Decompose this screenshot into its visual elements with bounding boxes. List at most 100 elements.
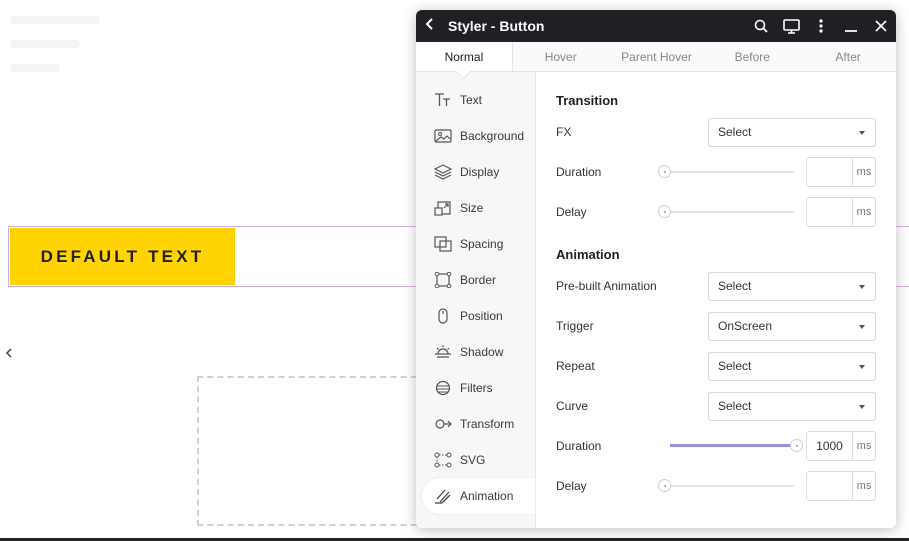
search-button[interactable] bbox=[746, 10, 776, 42]
animation-duration-slider[interactable] bbox=[670, 439, 803, 452]
prebuilt-select[interactable]: Select bbox=[708, 271, 876, 301]
slider-thumb[interactable] bbox=[658, 165, 671, 178]
more-button[interactable] bbox=[806, 10, 836, 42]
curve-select-value: Select bbox=[718, 399, 752, 413]
fx-row: FX Select bbox=[556, 112, 876, 152]
tab-after[interactable]: After bbox=[800, 42, 896, 71]
canvas-placeholder-text bbox=[10, 16, 100, 24]
prebuilt-row: Pre-built Animation Select bbox=[556, 266, 876, 306]
fx-select[interactable]: Select bbox=[708, 117, 876, 147]
styler-panel: Styler - Button Normal Hover Parent Hove… bbox=[416, 10, 896, 528]
repeat-select-value: Select bbox=[718, 359, 752, 373]
repeat-row: Repeat Select bbox=[556, 346, 876, 386]
sidebar-item-transform[interactable]: Transform bbox=[416, 406, 535, 442]
sidebar-item-label: SVG bbox=[460, 453, 486, 467]
sidebar-item-label: Transform bbox=[460, 417, 515, 431]
slider-fill bbox=[670, 444, 796, 447]
sidebar-item-text[interactable]: Text bbox=[416, 82, 535, 118]
slider-thumb[interactable] bbox=[790, 439, 803, 452]
transition-duration-row: Duration ms bbox=[556, 152, 876, 192]
back-button[interactable] bbox=[416, 17, 444, 35]
animation-heading: Animation bbox=[556, 246, 620, 262]
sidebar-item-svg[interactable]: SVG bbox=[416, 442, 535, 478]
border-icon bbox=[432, 271, 454, 289]
sidebar-item-label: Text bbox=[460, 93, 483, 107]
preview-button[interactable]: DEFAULT TEXT bbox=[10, 228, 235, 285]
canvas-placeholder-text bbox=[10, 64, 60, 72]
transition-duration-slider[interactable] bbox=[658, 165, 794, 178]
sidebar-item-display[interactable]: Display bbox=[416, 154, 535, 190]
tab-hover[interactable]: Hover bbox=[513, 42, 609, 71]
panel-titlebar: Styler - Button bbox=[416, 10, 896, 42]
sidebar-item-shadow[interactable]: Shadow bbox=[416, 334, 535, 370]
sidebar-item-background[interactable]: Background bbox=[416, 118, 535, 154]
mouse-icon bbox=[432, 307, 454, 325]
caret-down-icon bbox=[859, 324, 865, 329]
slider-thumb[interactable] bbox=[658, 479, 671, 492]
tab-before[interactable]: Before bbox=[704, 42, 800, 71]
curve-select[interactable]: Select bbox=[708, 391, 876, 421]
size-icon bbox=[432, 199, 454, 217]
text-icon bbox=[432, 91, 454, 109]
transition-heading: Transition bbox=[556, 92, 619, 108]
sidebar-item-label: Size bbox=[460, 201, 484, 215]
sidebar-item-label: Position bbox=[460, 309, 503, 323]
animation-duration-input[interactable]: 1000 ms bbox=[806, 431, 876, 461]
device-button[interactable] bbox=[776, 10, 806, 42]
transition-delay-input[interactable]: ms bbox=[806, 197, 876, 227]
sidebar-item-size[interactable]: Size bbox=[416, 190, 535, 226]
sidebar-item-label: Display bbox=[460, 165, 500, 179]
sidebar-item-animation[interactable]: Animation bbox=[422, 478, 535, 514]
animation-delay-slider[interactable] bbox=[658, 479, 794, 492]
repeat-select[interactable]: Select bbox=[708, 351, 876, 381]
transition-delay-unit[interactable]: ms bbox=[853, 198, 875, 226]
tab-parent-hover[interactable]: Parent Hover bbox=[609, 42, 705, 71]
transition-duration-input[interactable]: ms bbox=[806, 157, 876, 187]
animation-icon bbox=[432, 487, 454, 505]
animation-delay-row: Delay ms bbox=[556, 466, 876, 506]
slider-thumb[interactable] bbox=[658, 205, 671, 218]
transition-delay-slider[interactable] bbox=[658, 205, 794, 218]
selection-outline-left bbox=[8, 226, 9, 287]
sidebar-item-border[interactable]: Border bbox=[416, 262, 535, 298]
transition-duration-unit[interactable]: ms bbox=[853, 158, 875, 186]
minimize-icon bbox=[845, 30, 857, 32]
close-icon bbox=[875, 20, 887, 32]
collapse-left-toggle[interactable] bbox=[0, 330, 18, 376]
close-button[interactable] bbox=[866, 10, 896, 42]
animation-duration-row: Duration 1000 ms bbox=[556, 426, 876, 466]
trigger-select-value: OnScreen bbox=[718, 319, 773, 333]
animation-delay-unit[interactable]: ms bbox=[853, 472, 875, 500]
sidebar-item-label: Filters bbox=[460, 381, 493, 395]
empty-drop-area[interactable] bbox=[197, 376, 427, 526]
kebab-menu-icon bbox=[819, 19, 823, 33]
animation-delay-input[interactable]: ms bbox=[806, 471, 876, 501]
fx-select-value: Select bbox=[718, 125, 752, 139]
sidebar-item-position[interactable]: Position bbox=[416, 298, 535, 334]
caret-down-icon bbox=[859, 284, 865, 289]
animation-duration-unit[interactable]: ms bbox=[853, 432, 875, 460]
animation-delay-value[interactable] bbox=[807, 472, 853, 500]
prebuilt-select-value: Select bbox=[718, 279, 752, 293]
transition-delay-value[interactable] bbox=[807, 198, 853, 226]
animation-duration-value[interactable]: 1000 bbox=[807, 432, 853, 460]
transition-duration-value[interactable] bbox=[807, 158, 853, 186]
spacing-icon bbox=[432, 235, 454, 253]
panel-title: Styler - Button bbox=[448, 18, 545, 34]
sidebar-item-label: Shadow bbox=[460, 345, 504, 359]
minimize-button[interactable] bbox=[836, 10, 866, 42]
transform-icon bbox=[432, 415, 454, 433]
tab-normal[interactable]: Normal bbox=[416, 42, 513, 71]
trigger-select[interactable]: OnScreen bbox=[708, 311, 876, 341]
sidebar-item-filters[interactable]: Filters bbox=[416, 370, 535, 406]
monitor-icon bbox=[782, 18, 800, 34]
caret-down-icon bbox=[859, 364, 865, 369]
svg-nodes-icon bbox=[432, 451, 454, 469]
sidebar-item-label: Border bbox=[460, 273, 497, 287]
sidebar-item-spacing[interactable]: Spacing bbox=[416, 226, 535, 262]
style-settings: Transition FX Select Duration ms Delay m… bbox=[536, 72, 896, 528]
sidebar-item-label: Background bbox=[460, 129, 525, 143]
filters-icon bbox=[432, 379, 454, 397]
image-icon bbox=[432, 127, 454, 145]
trigger-row: Trigger OnScreen bbox=[556, 306, 876, 346]
